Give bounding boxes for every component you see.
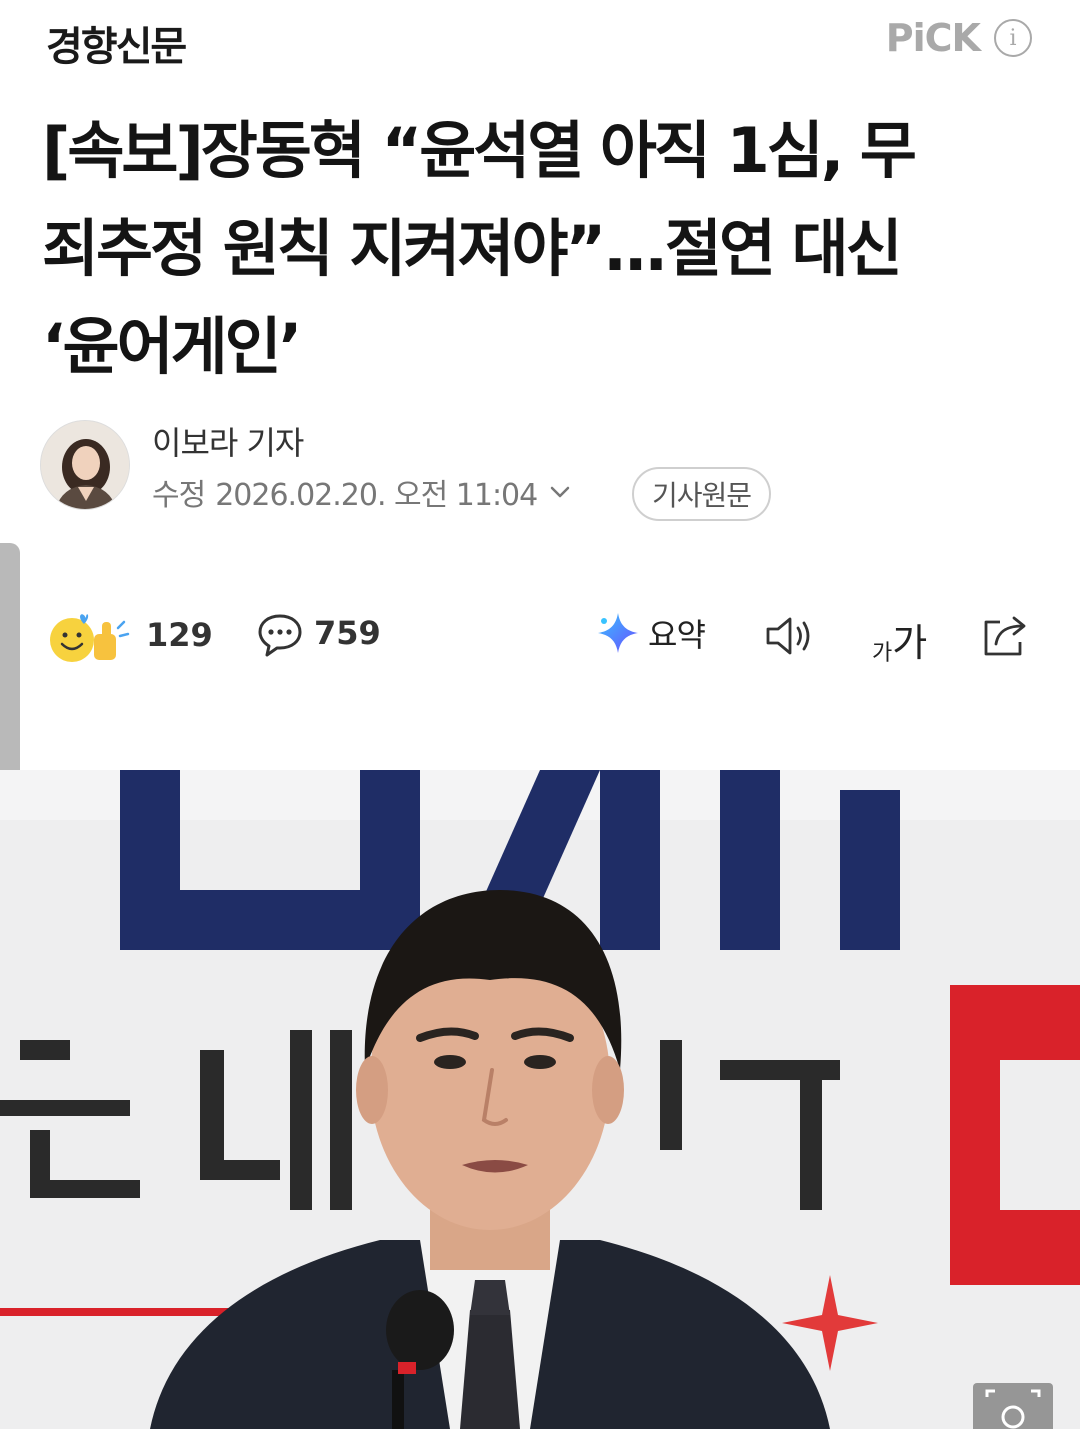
article-toolbar: 129 759 요약 가 가 (0, 598, 1080, 678)
sparkle-icon (598, 613, 638, 653)
speaker-icon[interactable] (764, 614, 820, 658)
reporter-avatar[interactable] (40, 420, 130, 510)
comment-bubble-icon[interactable] (256, 612, 304, 658)
date-value: 2026.02.20. 오전 11:04 (215, 478, 538, 513)
publisher-logo[interactable]: 경향신문 (46, 14, 187, 72)
article-photo[interactable] (0, 770, 1080, 1429)
headline-line: [속보]장동혁 “윤석열 아직 1심, 무 (42, 114, 917, 187)
reporter-name[interactable]: 이보라 기자 (152, 418, 304, 464)
smile-thumbs-icon[interactable] (46, 606, 132, 666)
summary-button[interactable]: 요약 (596, 610, 706, 656)
headline-line: 죄추정 원칙 지켜져야”...절연 대신 (42, 212, 903, 285)
article-page: 경향신문 PiCK i [속보]장동혁 “윤석열 아직 1심, 무 죄추정 원칙… (0, 0, 1080, 1429)
header: 경향신문 PiCK i (0, 0, 1080, 90)
date-label: 수정 (152, 478, 206, 513)
summary-label: 요약 (648, 616, 706, 654)
headline: [속보]장동혁 “윤석열 아직 1심, 무 죄추정 원칙 지켜져야”...절연 … (42, 102, 1052, 396)
share-icon[interactable] (980, 610, 1032, 660)
font-size-button[interactable]: 가 가 (872, 612, 927, 667)
headline-line: ‘윤어게인’ (42, 310, 302, 383)
image-lens-button[interactable] (973, 1383, 1053, 1429)
original-article-button[interactable]: 기사원문 (632, 467, 772, 521)
dateline[interactable]: 수정 2026.02.20. 오전 11:04 (152, 470, 573, 514)
chevron-down-icon[interactable] (547, 479, 573, 505)
font-size-small: 가 (872, 641, 893, 666)
camera-search-icon (985, 1389, 1041, 1429)
font-size-big: 가 (892, 621, 928, 665)
reaction-count: 129 (146, 616, 213, 654)
comment-count: 759 (314, 614, 381, 652)
info-icon[interactable]: i (994, 19, 1032, 57)
pick-label: PiCK (885, 16, 981, 60)
pick-badge[interactable]: PiCK i (886, 16, 1032, 60)
